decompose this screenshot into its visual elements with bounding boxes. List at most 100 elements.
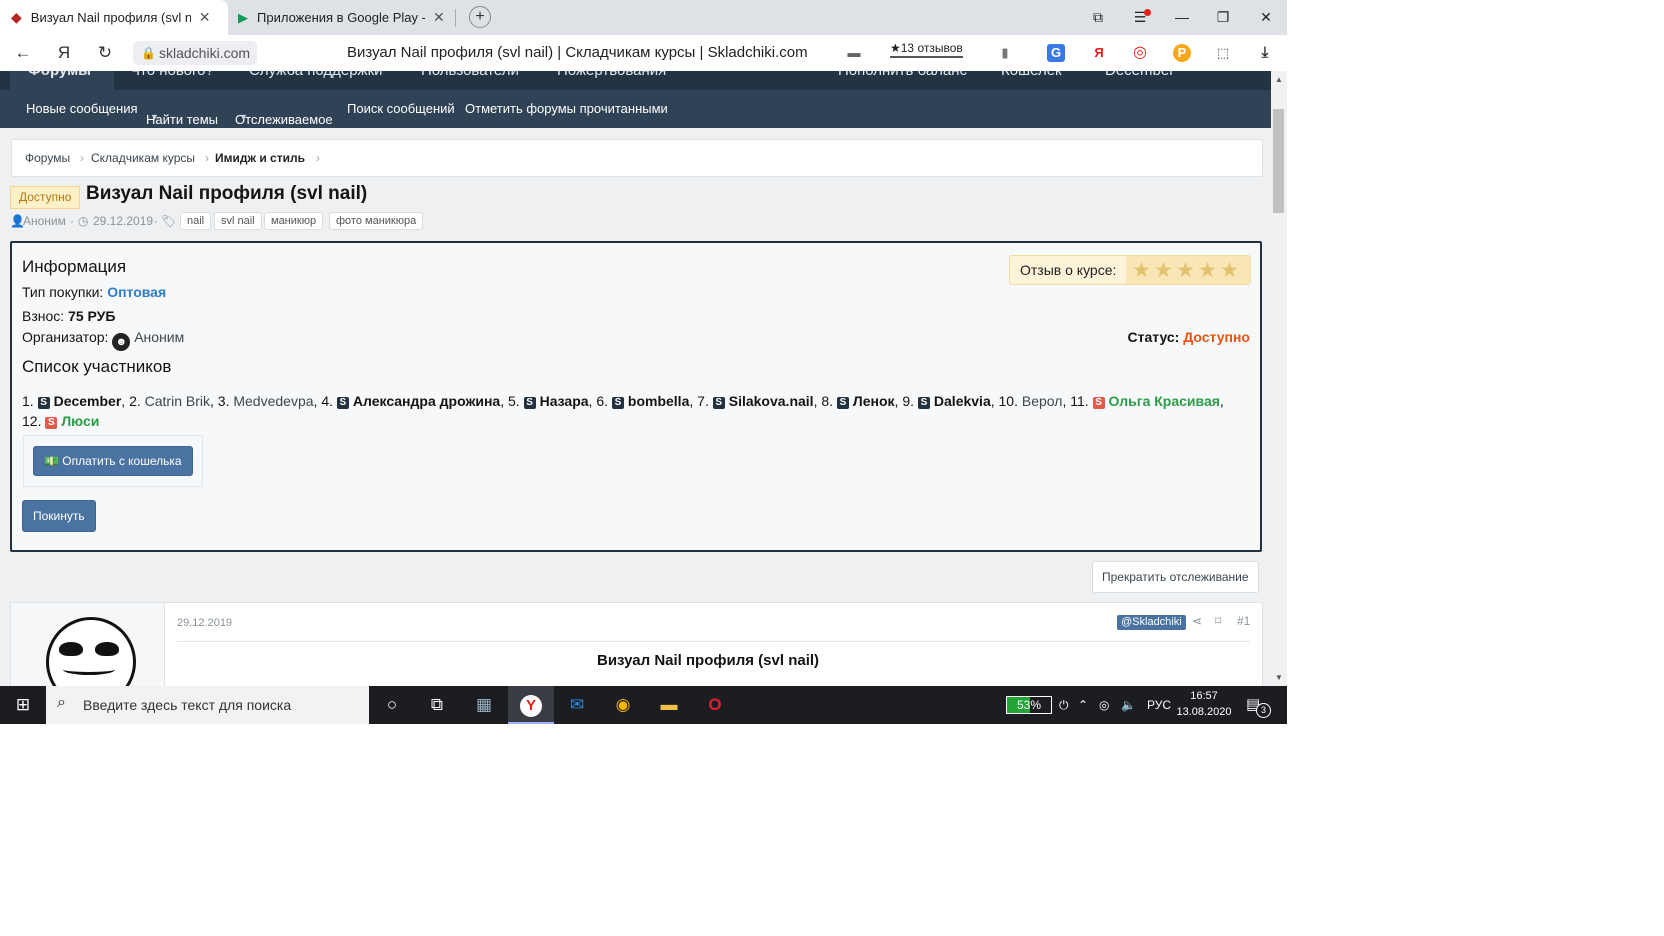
breadcrumb-forums[interactable]: Форумы	[25, 151, 70, 165]
thread-date[interactable]: 29.12.2019	[93, 214, 153, 228]
close-window-icon[interactable]: ✕	[1246, 0, 1286, 35]
star-icon[interactable]: ★	[1198, 258, 1217, 283]
nav-user[interactable]: December	[1105, 71, 1174, 79]
mention-badge[interactable]: @Skladchiki	[1117, 615, 1186, 630]
scroll-down-icon[interactable]: ▼	[1271, 673, 1287, 682]
star-icon[interactable]: ★	[1154, 258, 1173, 283]
tag-manicure[interactable]: маникюр	[264, 212, 324, 230]
share-icon[interactable]: ⋖	[1192, 614, 1202, 628]
tag-nail[interactable]: nail	[180, 212, 212, 230]
nav-wallet[interactable]: Кошелёк	[1001, 71, 1062, 79]
back-icon[interactable]: ←	[8, 35, 38, 71]
mail-icon[interactable]: ✉	[554, 686, 600, 724]
thread-author[interactable]: Аноним	[23, 214, 66, 228]
extensions-icon[interactable]: ⬚	[1214, 44, 1232, 62]
participant-number: 10.	[998, 393, 1022, 409]
chevron-down-icon: ▼	[239, 112, 248, 122]
participant-name[interactable]: Люси	[61, 413, 99, 429]
participant-name[interactable]: bombella	[628, 393, 689, 409]
new-tab-icon[interactable]: +	[469, 6, 491, 28]
breadcrumb-category[interactable]: Складчикам курсы	[91, 151, 195, 165]
page-scrollbar[interactable]: ▲ ▼	[1271, 71, 1287, 686]
subnav-mark-read[interactable]: Отметить форумы прочитанными	[465, 101, 668, 116]
organizer-value[interactable]: Аноним	[134, 329, 184, 345]
breadcrumb-subforum[interactable]: Имидж и стиль	[215, 151, 305, 165]
participant-name[interactable]: Ольга Красивая	[1109, 393, 1220, 409]
browser-menu-icon[interactable]: ☰	[1120, 0, 1160, 35]
nav-topup[interactable]: Пополнить баланс	[838, 71, 967, 79]
nav-forums[interactable]: Форумы	[28, 71, 91, 79]
participant: 4. S Александра дрожина,	[321, 393, 508, 409]
yandex-extension-icon[interactable]: Я	[1090, 44, 1108, 62]
calculator-icon[interactable]: ▦	[461, 686, 507, 724]
tab-close-icon[interactable]: ✕	[433, 9, 445, 26]
yandex-home-icon[interactable]: Я	[49, 35, 79, 71]
minimize-icon[interactable]: —	[1162, 0, 1202, 35]
windows-start-icon[interactable]: ⊞	[0, 686, 46, 724]
comments-icon[interactable]: ▬	[845, 44, 863, 62]
vpn-extension-icon[interactable]: P	[1173, 44, 1191, 62]
show-hidden-icons-icon[interactable]: ⌃	[1078, 686, 1088, 724]
participant-name[interactable]: Александра дрожина	[353, 393, 500, 409]
purchase-type: Тип покупки: Оптовая	[22, 284, 166, 300]
participant-name[interactable]: December	[54, 393, 122, 409]
star-icon[interactable]: ★	[1220, 258, 1239, 283]
volume-icon[interactable]: 🔈	[1121, 686, 1136, 724]
chrome-icon[interactable]: ◉	[600, 686, 646, 724]
language-indicator[interactable]: РУС	[1147, 686, 1171, 724]
nav-support[interactable]: Служба поддержки	[249, 71, 383, 79]
pay-wallet-button[interactable]: 💵 Оплатить с кошелька	[33, 446, 193, 476]
bookmark-icon[interactable]: ⌑	[1215, 614, 1221, 628]
reload-icon[interactable]: ↻	[90, 35, 120, 71]
yandex-browser-taskbar-icon[interactable]: Y	[508, 686, 554, 724]
tag-manicure-photo[interactable]: фото маникюра	[329, 212, 424, 230]
notifications-icon[interactable]: ▤ 3	[1246, 695, 1271, 718]
nav-whats-new[interactable]: Что нового?	[130, 71, 214, 79]
participant-name[interactable]: Ленок	[853, 393, 895, 409]
lastpass-icon[interactable]: ◎	[1131, 44, 1149, 62]
post-date[interactable]: 29.12.2019	[177, 617, 232, 629]
leave-button[interactable]: Покинуть	[22, 500, 96, 532]
purchase-type-value[interactable]: Оптовая	[107, 284, 166, 300]
power-plug-icon[interactable]: ⏻	[1059, 686, 1069, 724]
downloads-icon[interactable]: ⤓	[1256, 44, 1274, 62]
scrollbar-thumb[interactable]	[1273, 109, 1284, 213]
nav-donations[interactable]: Пожертвования	[557, 71, 666, 79]
taskbar-search[interactable]: ⌕ Введите здесь текст для поиска	[46, 686, 369, 724]
opera-icon[interactable]: O	[692, 686, 738, 724]
tab-skladchiki[interactable]: ◆ Визуал Nail профиля (svl na ✕	[0, 0, 228, 35]
unwatch-button[interactable]: Прекратить отслеживание	[1092, 561, 1259, 593]
fee-value: 75 РУБ	[68, 308, 116, 324]
battery-indicator[interactable]: 53%	[1006, 696, 1052, 714]
cortana-icon[interactable]: ○	[369, 686, 415, 724]
tab-close-icon[interactable]: ✕	[199, 9, 211, 26]
tab-google-play[interactable]: ▶ Приложения в Google Play - ✕	[228, 0, 456, 35]
post-number[interactable]: #1	[1237, 614, 1250, 628]
rating-stars[interactable]: ★ ★ ★ ★ ★	[1126, 256, 1250, 284]
star-icon[interactable]: ★	[1176, 258, 1195, 283]
nav-members[interactable]: Пользователи	[421, 71, 519, 79]
participant-name[interactable]: Silakova.nail	[729, 393, 814, 409]
network-icon[interactable]: ◎	[1099, 686, 1109, 724]
subnav-new-posts[interactable]: Новые сообщения	[26, 101, 138, 116]
participant-name[interactable]: Medvedevpa	[233, 393, 313, 409]
scroll-up-icon[interactable]: ▲	[1271, 75, 1287, 84]
participant-name[interactable]: Dalekvia	[934, 393, 991, 409]
file-explorer-icon[interactable]: ▬	[646, 686, 692, 724]
subnav-search-posts[interactable]: Поиск сообщений	[347, 101, 455, 116]
translate-icon[interactable]: G	[1047, 44, 1065, 62]
participant-name[interactable]: Назара	[540, 393, 589, 409]
url-field[interactable]: 🔒 skladchiki.com	[133, 41, 258, 65]
star-icon[interactable]: ★	[1132, 258, 1151, 283]
participant-name[interactable]: Верол	[1022, 393, 1063, 409]
tag-svl-nail[interactable]: svl nail	[214, 212, 262, 230]
reviews-badge[interactable]: ★13 отзывов	[890, 41, 963, 58]
bookmark-icon[interactable]: ▮	[996, 44, 1014, 62]
task-view-icon[interactable]: ⧉	[414, 686, 460, 724]
restore-icon[interactable]: ❐	[1203, 0, 1243, 35]
participant-name[interactable]: Catrin Brik	[145, 393, 210, 409]
clock[interactable]: 16:57 13.08.2020	[1176, 688, 1232, 720]
battery-percent: 53%	[1016, 698, 1042, 712]
lock-icon: 🔒	[141, 46, 156, 60]
collections-icon[interactable]: ⧉	[1078, 0, 1118, 35]
